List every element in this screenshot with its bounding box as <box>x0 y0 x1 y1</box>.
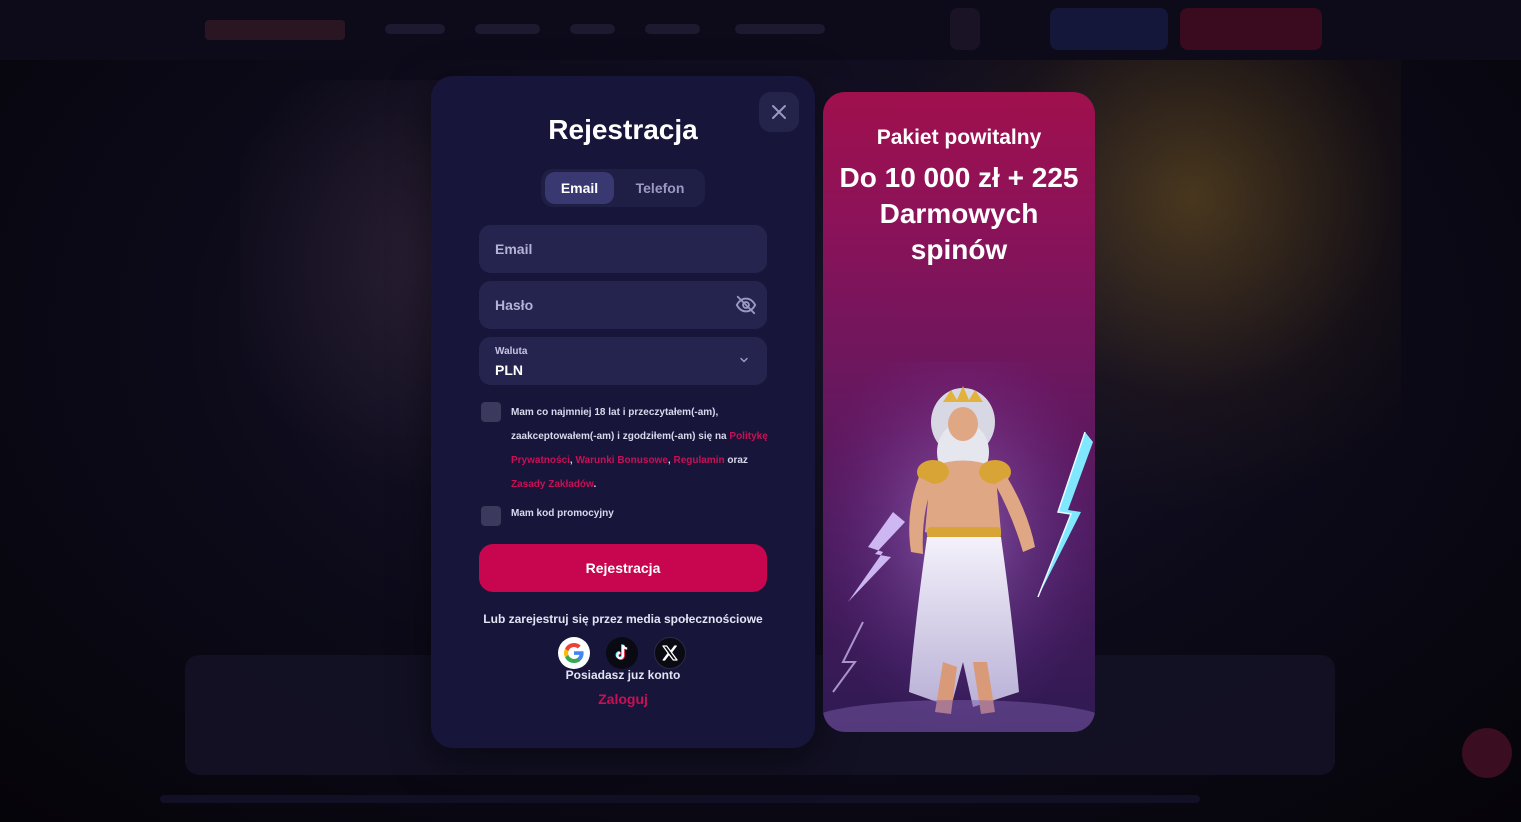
betting-rules-link[interactable]: Zasady Zakładów <box>511 479 593 490</box>
google-icon <box>564 643 584 663</box>
existing-account-text: Posiadasz juz konto <box>565 668 681 682</box>
register-button[interactable]: Rejestracja <box>479 544 767 592</box>
social-login-text: Lub zarejestruj się przez media społeczn… <box>483 612 763 626</box>
terms-checkbox[interactable] <box>481 402 501 422</box>
currency-label: Waluta <box>495 346 528 357</box>
google-login-button[interactable] <box>558 637 590 669</box>
x-icon <box>662 645 678 661</box>
background-chat-button <box>1462 728 1512 778</box>
background-nav-item <box>570 24 615 34</box>
promo-code-checkbox[interactable] <box>481 506 501 526</box>
bonus-terms-link[interactable]: Warunki Bonusowe <box>575 455 667 466</box>
chevron-down-icon <box>740 357 748 363</box>
email-field-container <box>479 225 767 273</box>
background-nav-item <box>645 24 700 34</box>
background-nav-item <box>385 24 445 34</box>
promo-kicker: Pakiet powitalny <box>876 126 1042 149</box>
background-register-button <box>1180 8 1322 50</box>
background-nav-item <box>735 24 825 34</box>
rules-link[interactable]: Regulamin <box>673 455 724 466</box>
modal-title: Rejestracja <box>548 114 698 145</box>
terms-text-main: Mam co najmniej 18 lat i przeczytałem(-a… <box>511 407 727 442</box>
tiktok-login-button[interactable] <box>606 637 638 669</box>
terms-conjunction: oraz <box>727 455 748 466</box>
registration-method-tabs: Email Telefon <box>541 169 705 207</box>
password-input[interactable] <box>479 281 767 329</box>
terms-end: . <box>593 479 597 490</box>
terms-separator: , <box>667 455 671 466</box>
background-footer <box>160 795 1200 803</box>
tab-email[interactable]: Email <box>545 172 614 204</box>
tiktok-icon <box>615 644 628 660</box>
background-logo <box>205 20 345 40</box>
registration-modal: Rejestracja Email Telefon Waluta PLN Mam… <box>431 76 815 748</box>
currency-value: PLN <box>495 362 523 378</box>
x-login-button[interactable] <box>654 637 686 669</box>
password-field-container <box>479 281 767 329</box>
email-input[interactable] <box>479 225 767 273</box>
background-flag <box>950 8 980 50</box>
promo-code-label: Mam kod promocyjny <box>511 508 614 519</box>
background-nav-item <box>475 24 540 34</box>
background-login-button <box>1050 8 1168 50</box>
promo-headline: Do 10 000 zł + 225 Darmowych spinów <box>839 162 1079 265</box>
welcome-bonus-panel: Pakiet powitalny Do 10 000 zł + 225 Darm… <box>823 92 1095 732</box>
login-link[interactable]: Zaloguj <box>431 691 815 707</box>
currency-select[interactable]: Waluta PLN <box>479 337 767 385</box>
terms-text: Mam co najmniej 18 lat i przeczytałem(-a… <box>511 401 771 497</box>
eye-off-icon[interactable] <box>735 294 757 316</box>
tab-phone[interactable]: Telefon <box>621 172 699 204</box>
zeus-illustration <box>823 362 1095 732</box>
terms-separator: , <box>569 455 573 466</box>
